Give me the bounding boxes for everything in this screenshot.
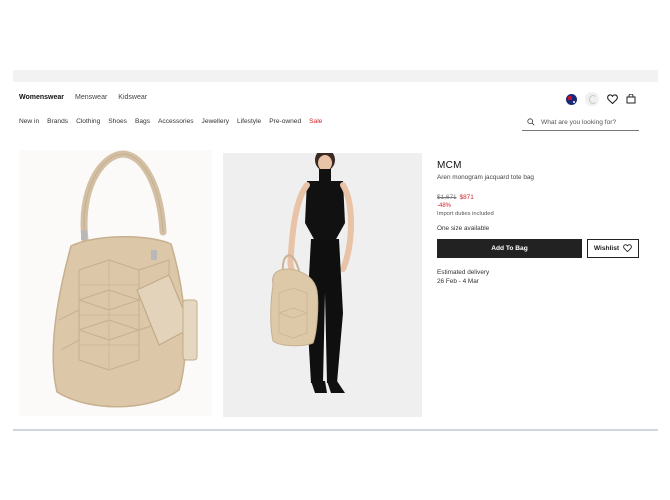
product-image-model[interactable] (223, 149, 422, 417)
nav-clothing[interactable]: Clothing (76, 118, 100, 125)
product-name: Aren monogram jacquard tote bag (437, 174, 534, 181)
bag-icon[interactable] (626, 94, 636, 104)
product-image-bag[interactable] (19, 150, 212, 416)
import-duties-note: Import duties included (437, 211, 494, 217)
nav-brands[interactable]: Brands (47, 118, 68, 125)
search-icon (527, 117, 535, 128)
wishlist-button[interactable]: Wishlist (587, 239, 639, 258)
discount-badge: -48% (437, 203, 452, 209)
gender-nav: Womenswear Menswear Kidswear (19, 94, 147, 101)
nav-sale[interactable]: Sale (309, 118, 322, 125)
product-brand[interactable]: MCM (437, 160, 642, 171)
heart-icon[interactable] (607, 94, 618, 104)
tab-menswear[interactable]: Menswear (75, 94, 107, 101)
tab-womenswear[interactable]: Womenswear (19, 94, 64, 101)
sale-price: $871 (459, 194, 474, 201)
category-nav: New in Brands Clothing Shoes Bags Access… (19, 118, 322, 125)
estimated-delivery: Estimated delivery 26 Feb - 4 Mar (437, 268, 489, 286)
utility-icons (566, 92, 636, 106)
nav-bags[interactable]: Bags (135, 118, 150, 125)
price-row: $1,671 $871 (437, 194, 642, 201)
heart-outline-icon (623, 243, 632, 254)
australia-flag-icon[interactable] (566, 93, 577, 105)
nav-lifestyle[interactable]: Lifestyle (237, 118, 261, 125)
nav-jewellery[interactable]: Jewellery (202, 118, 229, 125)
page-divider (13, 429, 658, 431)
browser-top-bar (13, 70, 658, 82)
wishlist-label: Wishlist (593, 245, 620, 252)
add-to-bag-button[interactable]: Add To Bag (437, 239, 582, 258)
original-price: $1,671 (437, 194, 457, 201)
search-input[interactable]: What are you looking for? (522, 115, 639, 131)
tab-kidswear[interactable]: Kidswear (118, 94, 147, 101)
loading-icon (585, 92, 599, 106)
delivery-dates: 26 Feb - 4 Mar (437, 278, 479, 285)
nav-pre-owned[interactable]: Pre-owned (269, 118, 301, 125)
search-placeholder: What are you looking for? (541, 119, 617, 126)
size-availability: One size available (437, 225, 490, 232)
product-info-panel: MCM Aren monogram jacquard tote bag $1,6… (437, 160, 642, 285)
nav-new-in[interactable]: New in (19, 118, 39, 125)
delivery-label: Estimated delivery (437, 269, 490, 276)
nav-accessories[interactable]: Accessories (158, 118, 194, 125)
nav-shoes[interactable]: Shoes (108, 118, 127, 125)
